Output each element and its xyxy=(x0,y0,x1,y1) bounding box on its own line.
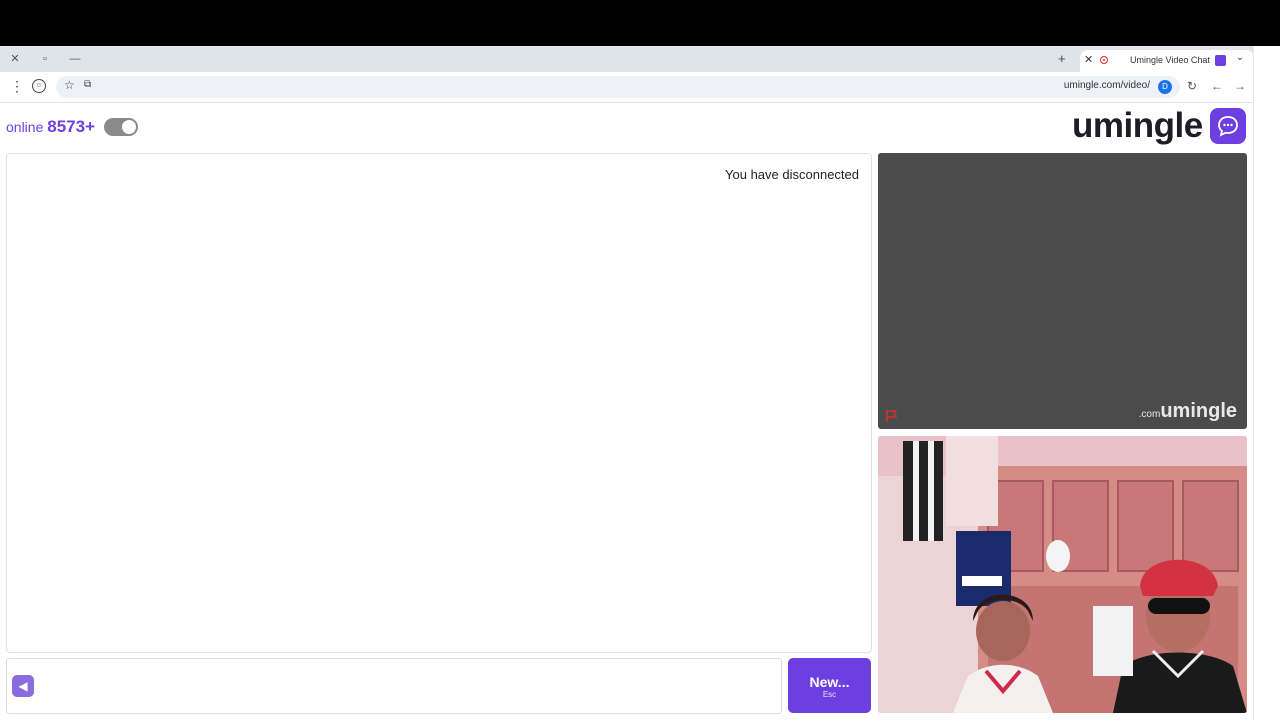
chat-bubble-logo-icon[interactable] xyxy=(1210,108,1246,144)
window-right-edge xyxy=(1253,46,1280,720)
recording-indicator-icon xyxy=(1100,56,1108,64)
watermark-brand: umingle xyxy=(1160,400,1237,422)
tab-search-button[interactable]: ⌄ xyxy=(1232,50,1248,66)
os-top-bar xyxy=(0,0,1280,46)
camera-feed-image xyxy=(878,436,1247,713)
url-text: umingle.com/video/ xyxy=(1063,80,1150,91)
address-bar[interactable]: ☆ ⧉ umingle.com/video/ D xyxy=(56,76,1180,98)
close-tab-icon[interactable]: ✕ xyxy=(1084,53,1093,66)
profile-icon[interactable]: ☺ xyxy=(32,79,46,93)
watermark-domain: .com xyxy=(1138,409,1161,420)
install-app-icon[interactable]: ⧉ xyxy=(84,79,91,90)
brand-logo-text[interactable]: umingle xyxy=(1072,106,1203,146)
self-camera-video xyxy=(878,436,1247,713)
browser-toolbar: ⋮ ☺ ☆ ⧉ umingle.com/video/ D ↻ ← → xyxy=(0,72,1254,103)
new-button-label: New... xyxy=(809,674,850,690)
browser-menu-icon[interactable]: ⋮ xyxy=(10,78,24,95)
stranger-video: .comumingle xyxy=(878,153,1247,429)
settings-toggle[interactable] xyxy=(104,118,138,136)
restore-window-icon[interactable]: ▫ xyxy=(37,51,53,67)
disconnected-message: You have disconnected xyxy=(725,167,859,182)
close-window-icon[interactable]: ✕ xyxy=(7,51,23,67)
reload-icon[interactable]: ↻ xyxy=(1187,79,1197,93)
site-info-icon[interactable]: D xyxy=(1158,80,1172,94)
message-input[interactable] xyxy=(6,658,782,714)
chat-log[interactable]: You have disconnected xyxy=(6,153,872,653)
browser-tab[interactable]: ✕ Umingle Video Chat with S xyxy=(1080,50,1254,72)
site-favicon-icon xyxy=(1215,55,1226,66)
new-chat-button[interactable]: New... Esc xyxy=(788,658,871,713)
new-button-shortcut: Esc xyxy=(822,690,837,699)
forward-icon[interactable]: ← xyxy=(1211,79,1223,93)
browser-tab-strip: ✕ ▫ — + ✕ Umingle Video Chat with S ⌄ xyxy=(0,46,1254,72)
bookmark-star-icon[interactable]: ☆ xyxy=(64,78,75,92)
report-flag-icon[interactable] xyxy=(884,409,898,423)
send-arrow-icon[interactable]: ◀ xyxy=(12,675,34,697)
new-tab-button[interactable]: + xyxy=(1058,51,1066,66)
online-count: 8573+ xyxy=(47,117,96,136)
minimize-window-icon[interactable]: — xyxy=(67,51,83,67)
online-label: online xyxy=(6,119,44,135)
video-watermark: .comumingle xyxy=(1139,400,1237,423)
tab-title: Umingle Video Chat with S xyxy=(1130,55,1210,65)
back-icon[interactable]: → xyxy=(1234,79,1246,93)
online-counter: online 8573+ xyxy=(6,117,95,137)
